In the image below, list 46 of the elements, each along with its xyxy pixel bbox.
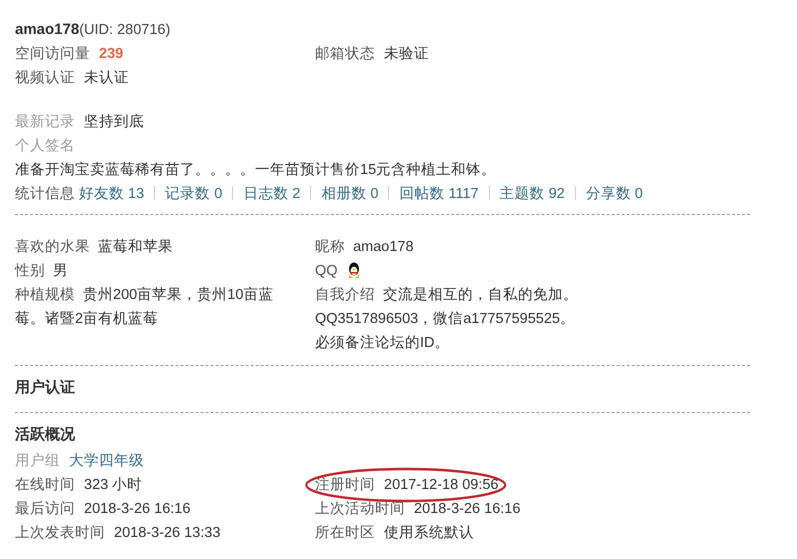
field-value: 2018-3-26 16:16 <box>414 501 520 517</box>
field-label: 空间访问量 <box>15 46 90 62</box>
field-value: 2018-3-26 13:33 <box>114 525 220 541</box>
stat-link[interactable]: 好友数 13 <box>79 186 144 202</box>
stat-link[interactable]: 日志数 2 <box>243 186 300 202</box>
signature-text: 准备开淘宝卖蓝莓稀有苗了。。。。一年苗预计售价15元含种植土和钵。 <box>15 162 496 178</box>
visit-count: 239 <box>99 46 124 62</box>
field-value: amao178 <box>353 239 414 255</box>
field-label: 上次活动时间 <box>315 501 405 517</box>
field-value: 交流是相互的，自私的免加。 <box>383 287 578 303</box>
field-value: 未验证 <box>384 46 429 62</box>
stat-link[interactable]: 相册数 0 <box>321 186 378 202</box>
uid-text: (UID: 280716) <box>79 22 170 38</box>
field-value: 使用系统默认 <box>384 525 474 541</box>
field-value: 必须备注论坛的ID。 <box>315 335 450 351</box>
field-label: 注册时间 <box>315 477 375 493</box>
stat-link[interactable]: 分享数 0 <box>586 186 643 202</box>
field-value: 2018-3-26 16:16 <box>84 501 190 517</box>
section-heading: 用户认证 <box>15 379 75 396</box>
stat-link[interactable]: 回帖数 1117 <box>399 186 479 202</box>
field-label: 上次发表时间 <box>15 525 105 541</box>
field-label: 最新记录 <box>15 114 75 130</box>
field-value: QQ3517896503，微信a17757595525。 <box>315 311 575 327</box>
field-label: 用户组 <box>15 453 60 469</box>
field-value: 坚持到底 <box>84 114 144 130</box>
field-label: 视频认证 <box>15 70 75 86</box>
field-label: 昵称 <box>315 239 345 255</box>
username: amao178 <box>15 21 80 38</box>
field-label: 邮箱状态 <box>315 46 375 62</box>
section-heading: 活跃概况 <box>15 426 75 443</box>
field-label: 个人签名 <box>15 138 75 154</box>
field-label: 自我介绍 <box>315 287 375 303</box>
profile-field: 性别 男 <box>15 263 68 279</box>
field-value: 323 小时 <box>84 477 142 493</box>
stat-link[interactable]: 记录数 0 <box>165 186 222 202</box>
field-label: 在线时间 <box>15 477 75 493</box>
profile-field: 喜欢的水果 蓝莓和苹果 <box>15 239 174 255</box>
stat-link[interactable]: 主题数 92 <box>500 186 565 202</box>
field-value: 未认证 <box>84 70 129 86</box>
field-value: 2017-12-18 09:56 <box>384 477 498 493</box>
field-label: 最后访问 <box>15 501 75 517</box>
field-label: QQ <box>315 263 338 279</box>
field-label: 统计信息 <box>15 186 75 202</box>
field-label: 所在时区 <box>315 525 375 541</box>
user-group-link[interactable]: 大学四年级 <box>69 453 144 469</box>
profile-field: 种植规模 贵州200亩苹果，贵州10亩蓝莓。诸暨2亩有机蓝莓 <box>15 287 274 327</box>
